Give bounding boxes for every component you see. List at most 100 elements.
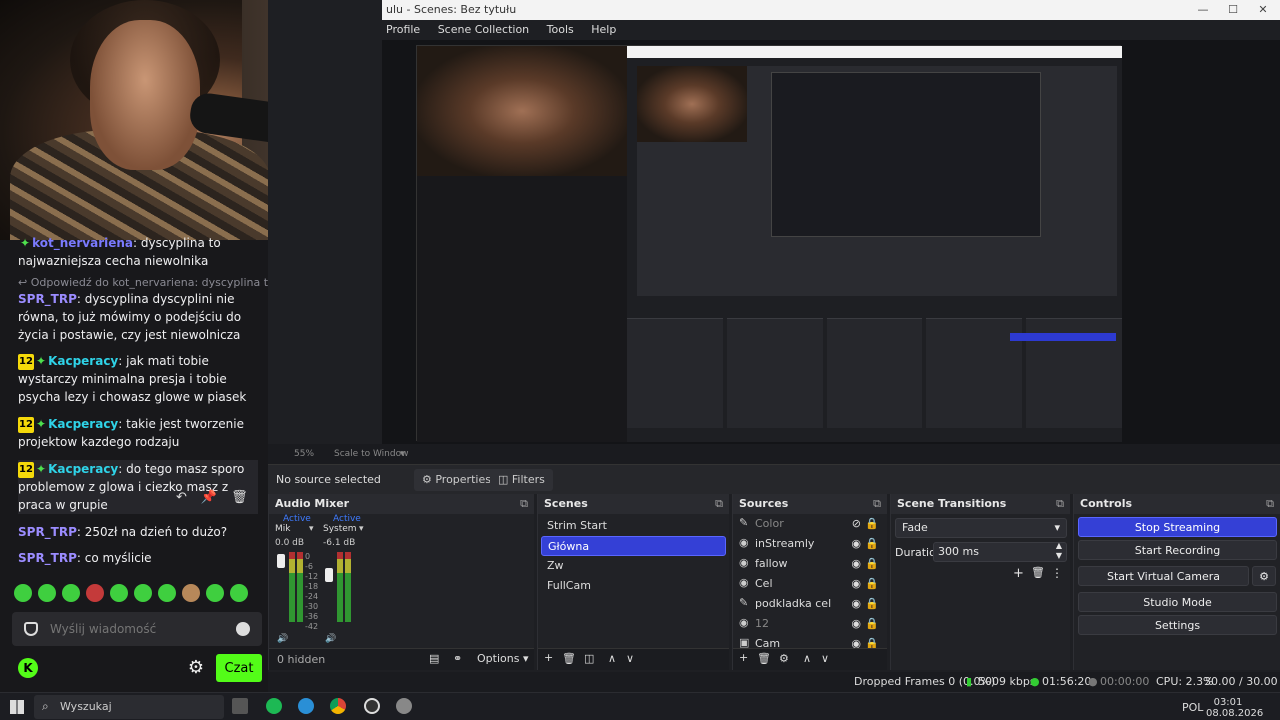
filter-icon[interactable]: ◫: [584, 652, 594, 665]
chevron-down-icon[interactable]: ▾: [400, 444, 405, 464]
lock-icon[interactable]: 🔒: [865, 594, 879, 614]
move-up-icon[interactable]: ∧: [608, 652, 616, 665]
emote[interactable]: [230, 584, 248, 602]
scene-item[interactable]: FullCam: [541, 576, 726, 596]
filters-button[interactable]: ◫ Filters: [490, 469, 553, 491]
lock-icon[interactable]: 🔒: [865, 574, 879, 594]
properties-button[interactable]: ⚙ Properties: [414, 469, 499, 491]
dock-undock-icon[interactable]: ⧉: [520, 494, 528, 514]
eye-icon[interactable]: ◉: [851, 534, 861, 554]
emote[interactable]: [158, 584, 176, 602]
dock-undock-icon[interactable]: ⧉: [873, 494, 881, 514]
virtual-camera-settings-gear-icon[interactable]: ⚙: [1252, 566, 1276, 586]
emote[interactable]: [182, 584, 200, 602]
windows-start-icon[interactable]: [10, 700, 24, 714]
menu-help[interactable]: Help: [591, 23, 616, 36]
gear-icon[interactable]: ⚙: [779, 652, 789, 665]
speaker-icon[interactable]: 🔊: [277, 634, 288, 644]
pin-icon[interactable]: 📌: [201, 490, 217, 505]
menu-tools[interactable]: Tools: [547, 23, 574, 36]
source-item[interactable]: ◉ 12 ◉ 🔒: [733, 614, 887, 634]
studio-mode-button[interactable]: Studio Mode: [1078, 592, 1277, 612]
globe-icon: ◉: [739, 616, 749, 629]
delete-icon[interactable]: 🗑: [562, 652, 576, 665]
menu-profile[interactable]: Profile: [386, 23, 420, 36]
source-item[interactable]: ✎ Color ⊘ 🔒: [733, 514, 887, 534]
title-bar: ulu - Scenes: Bez tytułu — ☐ ✕: [382, 0, 1280, 20]
eye-icon[interactable]: ◉: [851, 614, 861, 634]
link-icon[interactable]: ⚭: [453, 652, 462, 665]
chat-message-hovered[interactable]: 12 ✦ Kacperacy: do tego masz sporo problem…: [18, 460, 258, 514]
volume-fader[interactable]: [277, 554, 285, 568]
clock[interactable]: 03:01 08.08.2026: [1206, 697, 1263, 719]
emoji-icon[interactable]: [236, 622, 250, 636]
start-virtual-camera-button[interactable]: Start Virtual Camera: [1078, 566, 1249, 586]
scene-item-selected[interactable]: Główna: [541, 536, 726, 556]
scene-item[interactable]: Strim Start: [541, 516, 726, 536]
start-recording-button[interactable]: Start Recording: [1078, 540, 1277, 560]
chat-message-input[interactable]: [50, 618, 230, 640]
delete-icon[interactable]: 🗑: [757, 652, 771, 665]
move-down-icon[interactable]: ∨: [821, 652, 829, 665]
signal-icon: ▮: [966, 675, 973, 688]
speaker-icon[interactable]: 🔊: [325, 634, 336, 644]
program-preview[interactable]: [382, 40, 1280, 444]
reply-icon[interactable]: ↶: [176, 490, 187, 505]
close-icon[interactable]: ✕: [1248, 0, 1278, 20]
delete-icon[interactable]: 🗑: [231, 490, 248, 505]
emote[interactable]: [14, 584, 32, 602]
lock-icon[interactable]: 🔒: [865, 534, 879, 554]
app-icon[interactable]: [396, 698, 412, 714]
menu-scene-collection[interactable]: Scene Collection: [438, 23, 529, 36]
source-item[interactable]: ◉ Cel ◉ 🔒: [733, 574, 887, 594]
chrome-icon[interactable]: [330, 698, 346, 714]
dock-undock-icon[interactable]: ⧉: [1266, 494, 1274, 514]
source-item[interactable]: ◉ inStreamly ◉ 🔒: [733, 534, 887, 554]
lock-icon[interactable]: 🔒: [865, 554, 879, 574]
globe-icon: ◉: [739, 576, 749, 589]
emote[interactable]: [134, 584, 152, 602]
eye-icon[interactable]: ◉: [851, 574, 861, 594]
emote[interactable]: [86, 584, 104, 602]
scale-select[interactable]: Scale to Window: [334, 444, 408, 464]
delete-icon[interactable]: 🗑: [1031, 566, 1045, 579]
dock-undock-icon[interactable]: ⧉: [715, 494, 723, 514]
gear-icon[interactable]: ⚙: [186, 658, 206, 678]
send-chat-button[interactable]: Czat: [216, 654, 262, 682]
eye-off-icon[interactable]: ⊘: [852, 514, 861, 534]
options-button[interactable]: Options ▾: [477, 652, 528, 665]
transition-select[interactable]: Fade ▾: [895, 518, 1067, 538]
more-icon[interactable]: ⋮: [1051, 566, 1063, 580]
emote[interactable]: [110, 584, 128, 602]
dock-undock-icon[interactable]: ⧉: [1056, 494, 1064, 514]
eye-icon[interactable]: ◉: [851, 554, 861, 574]
task-view-icon[interactable]: [232, 698, 248, 714]
maximize-icon[interactable]: ☐: [1218, 0, 1248, 20]
emote[interactable]: [206, 584, 224, 602]
emote[interactable]: [38, 584, 56, 602]
lock-icon[interactable]: 🔒: [865, 614, 879, 634]
spotify-icon[interactable]: [266, 698, 282, 714]
add-icon[interactable]: +: [1013, 566, 1024, 581]
eye-icon[interactable]: ◉: [851, 594, 861, 614]
volume-fader[interactable]: [325, 568, 333, 582]
taskbar-search[interactable]: ⌕ Wyszukaj: [34, 695, 224, 719]
obs-icon[interactable]: [364, 698, 380, 714]
nested-preview: [416, 45, 1122, 442]
scene-item[interactable]: Zw: [541, 556, 726, 576]
edge-icon[interactable]: [298, 698, 314, 714]
move-down-icon[interactable]: ∨: [626, 652, 634, 665]
add-icon[interactable]: +: [544, 651, 553, 664]
stop-streaming-button[interactable]: Stop Streaming: [1078, 517, 1277, 537]
duration-spinbox[interactable]: 300 ms ▲ ▼: [933, 541, 1067, 562]
settings-button[interactable]: Settings: [1078, 615, 1277, 635]
add-icon[interactable]: +: [739, 651, 748, 664]
source-item[interactable]: ◉ fallow ◉ 🔒: [733, 554, 887, 574]
lock-icon[interactable]: 🔒: [865, 514, 879, 534]
layout-icon[interactable]: ▤: [429, 652, 439, 665]
chat-input-box[interactable]: [12, 612, 262, 646]
emote[interactable]: [62, 584, 80, 602]
move-up-icon[interactable]: ∧: [803, 652, 811, 665]
source-item[interactable]: ✎ podkladka cel ◉ 🔒: [733, 594, 887, 614]
minimize-icon[interactable]: —: [1188, 0, 1218, 20]
